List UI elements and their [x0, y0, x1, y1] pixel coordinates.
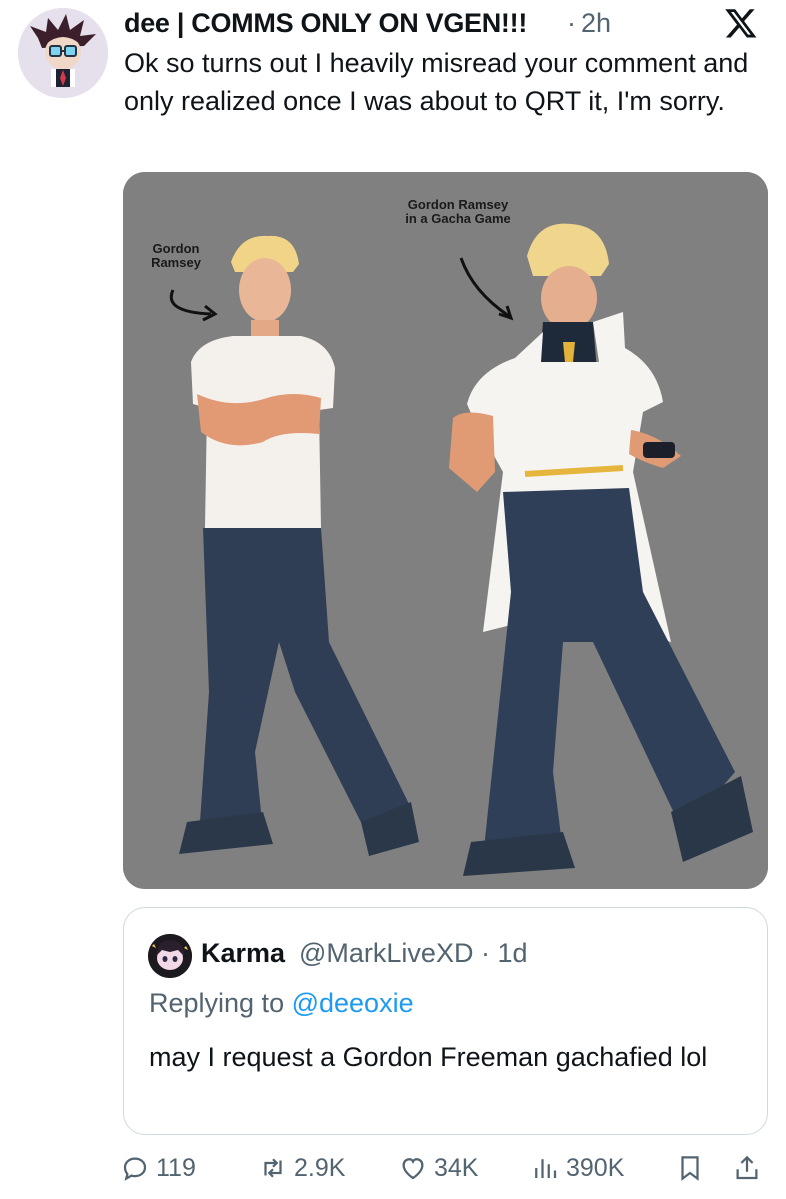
quoted-author-avatar[interactable]	[148, 934, 192, 978]
quoted-tweet[interactable]: Karma @MarkLiveXD · 1d Replying to @deeo…	[123, 907, 768, 1135]
replying-prefix: Replying to	[149, 988, 292, 1018]
quoted-author-name[interactable]: Karma	[201, 938, 285, 969]
replying-mention-link[interactable]: @deeoxie	[292, 988, 414, 1018]
label-gordon-ramsey-gacha: Gordon Ramsey in a Gacha Game	[405, 197, 511, 226]
quoted-tweet-text: may I request a Gordon Freeman gachafied…	[149, 1042, 708, 1072]
reply-button[interactable]: 119	[120, 1148, 196, 1188]
like-count: 34K	[434, 1153, 479, 1182]
quoted-avatar-illustration	[148, 934, 192, 978]
views-count: 390K	[566, 1153, 625, 1182]
like-icon	[402, 1158, 424, 1180]
share-button[interactable]	[732, 1148, 762, 1188]
author-name[interactable]: dee | COMMS ONLY ON VGEN!!!	[124, 8, 527, 39]
x-logo-icon	[725, 9, 757, 38]
repost-button[interactable]: 2.9K	[258, 1148, 345, 1188]
reply-icon	[123, 1157, 147, 1181]
repost-count: 2.9K	[294, 1153, 346, 1182]
tweet-time[interactable]: 2h	[581, 8, 611, 39]
gordon-ramsey-illustration	[123, 172, 768, 889]
author-avatar[interactable]	[18, 8, 108, 98]
replying-to: Replying to @deeoxie	[149, 988, 414, 1019]
repost-icon	[264, 1158, 282, 1178]
bookmark-icon	[681, 1156, 699, 1181]
bookmark-button[interactable]	[675, 1148, 705, 1188]
tweet-media-image[interactable]: Gordon Ramsey Gordon Ramsey in a Gacha G…	[123, 172, 768, 889]
tweet-actions: 119 2.9K 34K 390K	[120, 1148, 770, 1188]
views-button[interactable]: 390K	[530, 1148, 624, 1188]
tweet-header: dee | COMMS ONLY ON VGEN!!! · 2h	[124, 4, 766, 44]
views-icon	[535, 1159, 557, 1178]
label-gordon-ramsey: Gordon Ramsey	[151, 241, 201, 270]
reply-count: 119	[156, 1153, 196, 1182]
avatar-illustration	[18, 8, 108, 98]
tweet-text: Ok so turns out I heavily misread your c…	[124, 48, 749, 116]
quoted-handle-time[interactable]: @MarkLiveXD · 1d	[299, 938, 527, 969]
like-button[interactable]: 34K	[398, 1148, 478, 1188]
header-separator: ·	[567, 8, 576, 38]
share-icon	[736, 1155, 758, 1180]
